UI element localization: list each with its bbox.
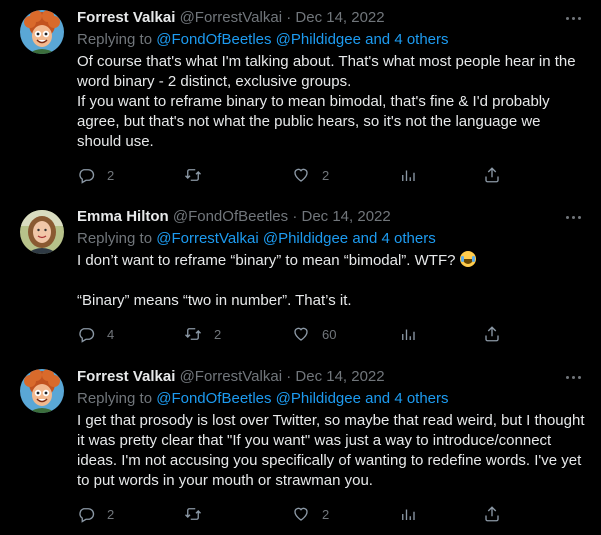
views-button[interactable] bbox=[399, 324, 417, 344]
more-options-icon[interactable] bbox=[562, 12, 584, 24]
replying-prefix: Replying to bbox=[77, 31, 157, 48]
more-options-icon[interactable] bbox=[562, 371, 584, 383]
replying-users-link[interactable]: @FondOfBeetles @Phildidgee bbox=[156, 390, 361, 407]
tweet-text-line: “Binary” means “two in number”. That’s i… bbox=[77, 292, 352, 309]
reply-count: 2 bbox=[107, 167, 115, 183]
views-button[interactable] bbox=[399, 504, 417, 524]
action-bar: 4 2 60 bbox=[77, 324, 507, 344]
like-count: 60 bbox=[322, 326, 337, 342]
author-name[interactable]: Emma Hilton bbox=[77, 208, 169, 225]
replying-prefix: Replying to bbox=[77, 230, 157, 247]
reply-button[interactable]: 4 bbox=[77, 324, 114, 344]
reply-button[interactable]: 2 bbox=[77, 165, 114, 185]
tweet-text-line: Of course that's what I'm talking about.… bbox=[77, 53, 580, 90]
tweet-date[interactable]: Dec 14, 2022 bbox=[295, 9, 384, 26]
author-handle[interactable]: @ForrestValkai bbox=[180, 368, 282, 385]
cartoon-avatar-icon bbox=[20, 369, 64, 413]
avatar[interactable] bbox=[20, 10, 64, 54]
cartoon-avatar-icon bbox=[20, 10, 64, 54]
share-button[interactable] bbox=[483, 504, 501, 524]
like-count: 2 bbox=[322, 506, 330, 522]
replying-others-link[interactable]: and 4 others bbox=[365, 390, 448, 407]
analytics-icon bbox=[402, 170, 415, 181]
tweet-text-line bbox=[77, 271, 587, 291]
tweet-text-line: If you want to reframe binary to mean bi… bbox=[77, 93, 554, 150]
author-name[interactable]: Forrest Valkai bbox=[77, 368, 175, 385]
separator-dot: · bbox=[286, 9, 292, 26]
tweet-date[interactable]: Dec 14, 2022 bbox=[295, 368, 384, 385]
share-icon bbox=[485, 506, 499, 522]
tweet-text-line: I get that prosody is lost over Twitter,… bbox=[77, 412, 589, 489]
separator-dot: · bbox=[286, 368, 292, 385]
retweet-button[interactable] bbox=[184, 165, 214, 185]
heart-icon bbox=[294, 327, 308, 341]
replying-to: Replying to @FondOfBeetles @Phildidgee a… bbox=[77, 389, 449, 409]
tweet-date[interactable]: Dec 14, 2022 bbox=[302, 208, 391, 225]
photo-avatar-icon bbox=[20, 210, 64, 254]
replying-users-link[interactable]: @FondOfBeetles @Phildidgee bbox=[156, 31, 361, 48]
author-handle[interactable]: @FondOfBeetles bbox=[173, 208, 288, 225]
avatar[interactable] bbox=[20, 369, 64, 413]
face-with-tears-of-joy-icon bbox=[459, 251, 476, 267]
tweet-text: Of course that's what I'm talking about.… bbox=[77, 52, 587, 152]
replying-others-link[interactable]: and 4 others bbox=[365, 31, 448, 48]
views-button[interactable] bbox=[399, 165, 417, 185]
retweet-icon bbox=[185, 328, 201, 340]
replying-prefix: Replying to bbox=[77, 390, 157, 407]
retweet-count: 2 bbox=[214, 326, 222, 342]
action-bar: 2 2 bbox=[77, 165, 507, 185]
separator-dot: · bbox=[292, 208, 298, 225]
analytics-icon bbox=[402, 329, 415, 340]
action-bar: 2 2 bbox=[77, 504, 507, 524]
reply-icon bbox=[79, 508, 95, 523]
tweet-text-line: I don’t want to reframe “binary” to mean… bbox=[77, 252, 460, 269]
heart-icon bbox=[294, 168, 308, 182]
like-count: 2 bbox=[322, 167, 330, 183]
analytics-icon bbox=[402, 509, 415, 520]
more-options-icon[interactable] bbox=[562, 211, 584, 223]
tweet-text: I get that prosody is lost over Twitter,… bbox=[77, 411, 587, 491]
share-icon bbox=[485, 326, 499, 342]
share-button[interactable] bbox=[483, 165, 501, 185]
tweet-header: Emma Hilton @FondOfBeetles · Dec 14, 202… bbox=[77, 207, 391, 227]
replying-users-link[interactable]: @ForrestValkai @Phildidgee bbox=[156, 230, 348, 247]
share-icon bbox=[485, 167, 499, 183]
like-button[interactable]: 2 bbox=[292, 165, 329, 185]
reply-button[interactable]: 2 bbox=[77, 504, 114, 524]
avatar[interactable] bbox=[20, 210, 64, 254]
reply-count: 4 bbox=[107, 326, 115, 342]
heart-icon bbox=[294, 507, 308, 521]
share-button[interactable] bbox=[483, 324, 501, 344]
retweet-button[interactable] bbox=[184, 504, 214, 524]
replying-others-link[interactable]: and 4 others bbox=[352, 230, 435, 247]
tweet[interactable]: Emma Hilton @FondOfBeetles · Dec 14, 202… bbox=[0, 207, 601, 357]
author-handle[interactable]: @ForrestValkai bbox=[180, 9, 282, 26]
tweet-header: Forrest Valkai @ForrestValkai · Dec 14, … bbox=[77, 8, 385, 28]
retweet-icon bbox=[185, 169, 201, 181]
reply-count: 2 bbox=[107, 506, 115, 522]
tweet-header: Forrest Valkai @ForrestValkai · Dec 14, … bbox=[77, 367, 385, 387]
tweet[interactable]: Forrest Valkai @ForrestValkai · Dec 14, … bbox=[0, 367, 601, 535]
tweet-text: I don’t want to reframe “binary” to mean… bbox=[77, 251, 587, 311]
tweet[interactable]: Forrest Valkai @ForrestValkai · Dec 14, … bbox=[0, 8, 601, 188]
replying-to: Replying to @ForrestValkai @Phildidgee a… bbox=[77, 229, 436, 249]
reply-icon bbox=[79, 169, 95, 184]
retweet-icon bbox=[185, 508, 201, 520]
replying-to: Replying to @FondOfBeetles @Phildidgee a… bbox=[77, 30, 449, 50]
reply-icon bbox=[79, 328, 95, 343]
like-button[interactable]: 60 bbox=[292, 324, 336, 344]
retweet-button[interactable]: 2 bbox=[184, 324, 221, 344]
like-button[interactable]: 2 bbox=[292, 504, 329, 524]
author-name[interactable]: Forrest Valkai bbox=[77, 9, 175, 26]
